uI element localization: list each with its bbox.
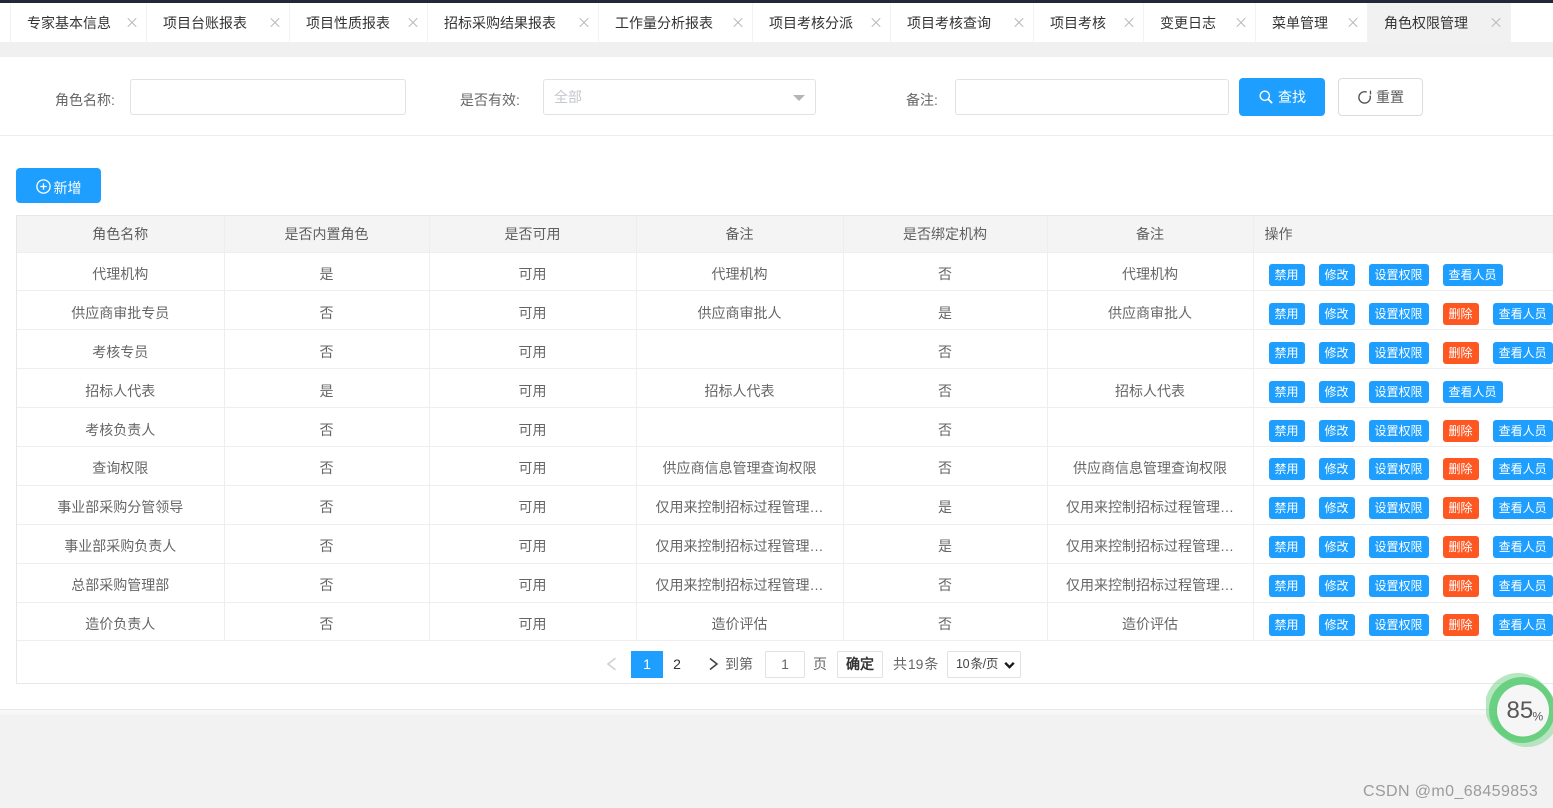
svg-text:%: % (1533, 710, 1544, 724)
svg-text:85: 85 (1507, 697, 1534, 724)
